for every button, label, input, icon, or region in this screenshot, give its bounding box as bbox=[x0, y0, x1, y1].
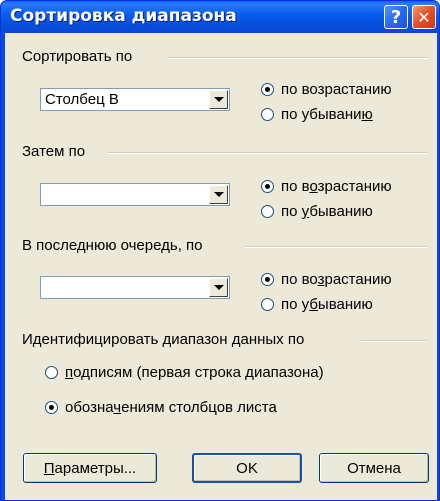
last-by-label: В последнюю очередь, по bbox=[22, 237, 203, 254]
sort-by-divider bbox=[167, 57, 427, 59]
last-by-divider bbox=[245, 246, 427, 248]
identify-by-labels-radio[interactable]: подписям (первая строка диапазона) bbox=[45, 364, 324, 381]
cancel-button-label: Отмена bbox=[347, 459, 401, 477]
help-button[interactable]: ? bbox=[384, 5, 408, 29]
identify-by-column-names-label: обозначениям столбцов листа bbox=[65, 399, 277, 416]
options-button-label: Параметры... bbox=[43, 459, 137, 477]
then-by-divider bbox=[107, 152, 427, 154]
then-by-descending-radio[interactable]: по убыванию bbox=[261, 203, 373, 220]
identify-range-label: Идентифицировать диапазон данных по bbox=[22, 331, 305, 348]
close-button[interactable]: ✕ bbox=[412, 5, 436, 29]
then-by-descending-label: по убыванию bbox=[281, 203, 373, 220]
sort-by-column-value: Столбец B bbox=[45, 91, 119, 108]
sort-by-descending-label: по убыванию bbox=[281, 106, 373, 123]
last-by-dropdown-button[interactable] bbox=[209, 278, 228, 297]
sort-range-dialog: Сортировка диапазона ? ✕ Сортировать по … bbox=[0, 0, 440, 501]
sort-by-ascending-label: по возрастанию bbox=[281, 81, 392, 98]
radio-button-icon bbox=[45, 401, 58, 414]
chevron-down-icon bbox=[213, 192, 224, 197]
cancel-button[interactable]: Отмена bbox=[319, 453, 429, 483]
last-by-descending-radio[interactable]: по убыванию bbox=[261, 296, 373, 313]
then-by-ascending-label: по возрастанию bbox=[281, 178, 392, 195]
options-button[interactable]: Параметры... bbox=[23, 453, 157, 483]
radio-button-icon bbox=[261, 298, 274, 311]
radio-button-icon bbox=[261, 205, 274, 218]
ok-button-label: OK bbox=[236, 459, 258, 477]
radio-button-icon bbox=[261, 83, 274, 96]
dialog-body: Сортировать по Столбец B по возрастанию … bbox=[5, 33, 437, 500]
last-by-descending-label: по убыванию bbox=[281, 296, 373, 313]
sort-by-descending-radio[interactable]: по убыванию bbox=[261, 106, 373, 123]
ok-button[interactable]: OK bbox=[192, 453, 302, 483]
then-by-label: Затем по bbox=[22, 143, 86, 160]
identify-by-column-names-radio[interactable]: обозначениям столбцов листа bbox=[45, 399, 277, 416]
sort-by-label: Сортировать по bbox=[22, 48, 133, 65]
radio-button-icon bbox=[261, 180, 274, 193]
identify-by-labels-label: подписям (первая строка диапазона) bbox=[65, 364, 324, 381]
last-by-column-select[interactable] bbox=[40, 276, 230, 299]
radio-button-icon bbox=[45, 366, 58, 379]
sort-by-dropdown-button[interactable] bbox=[209, 90, 228, 109]
then-by-dropdown-button[interactable] bbox=[209, 185, 228, 204]
dialog-title: Сортировка диапазона bbox=[10, 6, 237, 26]
sort-by-ascending-radio[interactable]: по возрастанию bbox=[261, 81, 392, 98]
radio-button-icon bbox=[261, 108, 274, 121]
title-bar[interactable]: Сортировка диапазона ? ✕ bbox=[1, 1, 439, 33]
question-mark-icon: ? bbox=[390, 6, 402, 28]
chevron-down-icon bbox=[213, 97, 224, 102]
sort-by-column-select[interactable]: Столбец B bbox=[40, 88, 230, 111]
chevron-down-icon bbox=[213, 285, 224, 290]
identify-range-divider bbox=[361, 340, 427, 342]
then-by-ascending-radio[interactable]: по возрастанию bbox=[261, 178, 392, 195]
last-by-ascending-radio[interactable]: по возрастанию bbox=[261, 271, 392, 288]
close-icon: ✕ bbox=[417, 7, 431, 27]
then-by-column-select[interactable] bbox=[40, 183, 230, 206]
last-by-ascending-label: по возрастанию bbox=[281, 271, 392, 288]
radio-button-icon bbox=[261, 273, 274, 286]
